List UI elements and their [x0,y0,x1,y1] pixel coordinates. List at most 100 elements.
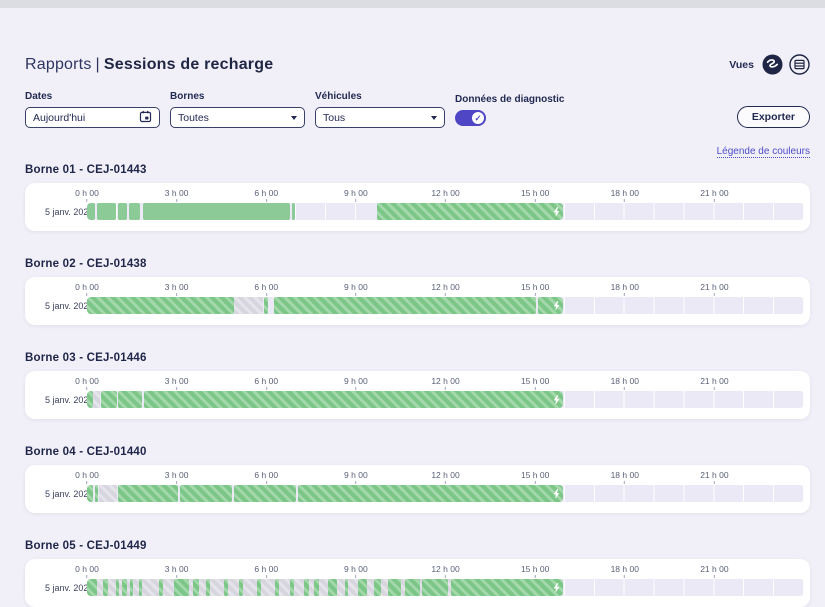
timeline-card: 5 janv. 2026 0 h 00 3 h 00 6 h 00 9 h 00 12 … [25,371,810,419]
time-tick-label: 15 h 00 [521,376,549,390]
session-segment-hatch-charging[interactable] [143,391,563,408]
session-segment-hatch[interactable] [174,579,190,596]
session-segment-hatch[interactable] [233,485,296,502]
session-segment-hatch[interactable] [118,391,142,408]
session-segment-hatch[interactable] [129,579,133,596]
session-segment-solid[interactable] [87,203,96,220]
time-tick-label: 6 h 00 [254,470,278,484]
time-tick-label: 18 h 00 [611,564,639,578]
session-segment-gray[interactable] [92,391,101,408]
views-label: Vues [729,58,754,71]
dates-field: Dates Aujourd'hui [25,91,160,128]
session-segment-hatch[interactable] [344,579,348,596]
borne-group: Borne 01 - CEJ-01443 5 janv. 2026 0 h 00… [25,164,810,231]
session-segment-hatch[interactable] [158,579,164,596]
time-tick-label: 9 h 00 [344,564,368,578]
session-segment-hatch[interactable] [223,579,229,596]
session-segment-hatch[interactable] [374,579,381,596]
vehicules-field: Véhicules Tous [315,91,445,128]
page-title-text: Sessions de recharge [103,55,274,73]
session-segment-hatch[interactable] [289,579,295,596]
page-title: Rapports | Sessions de recharge [25,56,273,74]
color-legend-link[interactable]: Légende de couleurs [716,146,810,158]
vehicules-select[interactable]: Tous [315,107,445,128]
timeline-card: 5 janv. 2026 0 h 00 3 h 00 6 h 00 9 h 00 12 … [25,465,810,513]
export-button[interactable]: Exporter [736,106,810,128]
session-segment-solid[interactable] [97,203,116,220]
session-segment-hatch[interactable] [102,579,108,596]
session-segment-hatch[interactable] [180,485,232,502]
timeline-view-button[interactable] [762,54,783,75]
session-segment-hatch[interactable] [273,297,536,314]
session-segment-hatch-charging[interactable] [450,579,563,596]
session-segment-hatch[interactable] [87,485,93,502]
session-segment-hatch[interactable] [101,391,117,408]
dates-value: Aujourd'hui [33,111,86,124]
session-segment-hatch[interactable] [239,579,243,596]
time-tick-label: 3 h 00 [165,282,188,296]
session-segment-hatch[interactable] [304,579,309,596]
breadcrumb-section: Rapports [25,55,92,73]
time-tick-label: 15 h 00 [521,188,549,202]
session-segment-hatch[interactable] [117,485,179,502]
time-tick-label: 9 h 00 [344,470,368,484]
bornes-select[interactable]: Toutes [170,107,305,128]
session-segment-hatch[interactable] [193,579,200,596]
session-segment-hatch-charging[interactable] [297,485,563,502]
borne-group: Borne 05 - CEJ-01449 5 janv. 2026 0 h 00… [25,540,810,607]
time-tick-label: 3 h 00 [165,376,188,390]
timeline-track [87,391,804,408]
time-axis: 0 h 00 3 h 00 6 h 00 9 h 00 12 h 00 15 h 00 18… [75,564,804,579]
borne-group: Borne 02 - CEJ-01438 5 janv. 2026 0 h 00… [25,258,810,325]
diagnostic-toggle[interactable]: ✓ [455,110,486,126]
session-segment-hatch[interactable] [328,579,338,596]
session-segment-hatch[interactable] [87,297,235,314]
time-tick-label: 12 h 00 [431,376,460,390]
session-segment-solid[interactable] [291,203,296,220]
session-segment-hatch[interactable] [387,579,402,596]
borne-title: Borne 01 - CEJ-01443 [25,164,147,176]
diagnostic-field: Données de diagnostic ✓ [455,94,564,128]
time-tick-label: 3 h 00 [165,470,188,484]
session-segment-hatch[interactable] [264,297,269,314]
session-segment-hatch[interactable] [257,579,262,596]
session-segment-solid[interactable] [143,203,290,220]
session-segment-hatch[interactable] [422,579,449,596]
dates-input[interactable]: Aujourd'hui [25,107,160,128]
session-segment-hatch-charging[interactable] [377,203,563,220]
time-tick-label: 21 h 00 [700,282,729,296]
session-segment-hatch[interactable] [404,579,420,596]
session-segment-gray[interactable] [98,485,117,502]
timeline-card: 5 janv. 2026 0 h 00 3 h 00 6 h 00 9 h 00 12 … [25,559,810,607]
session-segment-hatch[interactable] [205,579,211,596]
time-tick-label: 21 h 00 [700,564,729,578]
time-tick-label: 15 h 00 [521,564,549,578]
filters-bar: Dates Aujourd'hui Bornes Toutes Véhicule… [25,91,810,128]
timeline: 0 h 00 3 h 00 6 h 00 9 h 00 12 h 00 15 h 00 18… [75,282,804,314]
session-segment-hatch[interactable] [115,579,120,596]
timeline-view-icon [762,54,783,78]
session-segment-solid[interactable] [129,203,141,220]
page-header: Rapports | Sessions de recharge Vues [25,54,810,75]
session-segment-hatch[interactable] [122,579,127,596]
time-tick-label: 18 h 00 [611,188,639,202]
session-segment-hatch[interactable] [94,485,99,502]
table-view-button[interactable] [789,54,810,75]
time-tick-label: 12 h 00 [431,470,460,484]
session-segment-hatch[interactable] [314,579,320,596]
time-tick-label: 12 h 00 [431,188,460,202]
session-segment-hatch-charging[interactable] [537,297,563,314]
session-segment-gray[interactable] [234,297,264,314]
session-segment-hatch[interactable] [87,579,97,596]
timeline: 0 h 00 3 h 00 6 h 00 9 h 00 12 h 00 15 h 00 18… [75,376,804,408]
borne-rows: Borne 01 - CEJ-01443 5 janv. 2026 0 h 00… [25,164,810,607]
session-segment-solid[interactable] [118,203,128,220]
session-segment-hatch[interactable] [139,579,143,596]
time-tick-label: 3 h 00 [165,564,188,578]
time-tick-label: 18 h 00 [611,470,639,484]
diagnostic-label: Données de diagnostic [455,94,565,105]
session-segment-hatch[interactable] [357,579,367,596]
session-segment-hatch[interactable] [274,579,279,596]
timeline: 0 h 00 3 h 00 6 h 00 9 h 00 12 h 00 15 h 00 18… [75,188,804,220]
window-top-strip [0,0,825,8]
